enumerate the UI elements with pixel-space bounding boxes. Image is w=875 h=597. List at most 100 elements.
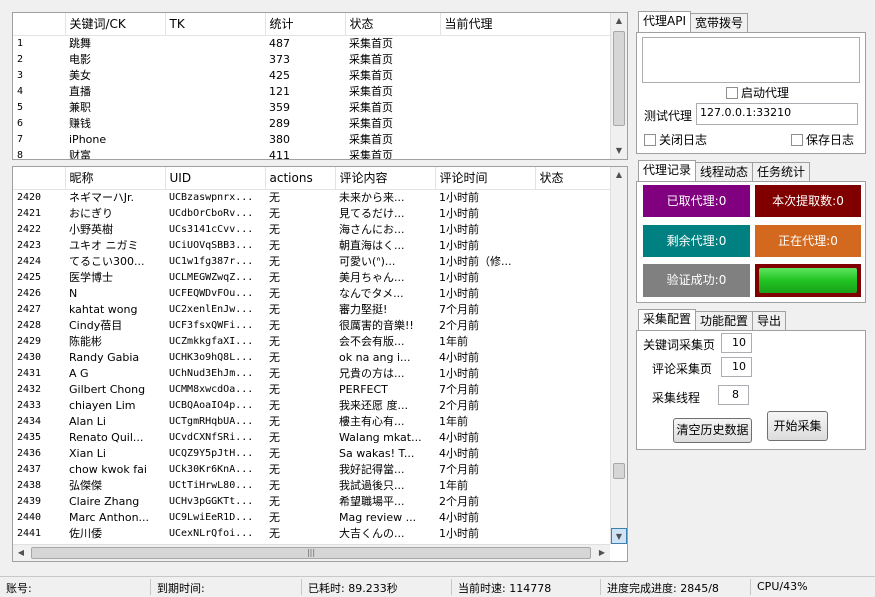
start-collect-button[interactable]: 开始采集	[767, 411, 828, 441]
comment-pages-input[interactable]: 10	[721, 357, 752, 377]
table-row[interactable]: 2432 Gilbert Chong UCMM8xwcdOa... 无 PERFECT 7…	[13, 382, 611, 398]
save-log-checkbox[interactable]: 保存日志	[791, 131, 854, 148]
close-log-checkbox[interactable]: 关闭日志	[644, 131, 707, 148]
table-row[interactable]: 2431 A G UChNud3EhJm... 无 兄貴の方は... 1小时前	[13, 366, 611, 382]
table-row[interactable]: 2 电影 373 采集首页	[13, 52, 611, 68]
table-cell: 2个月前	[439, 398, 479, 412]
table-row[interactable]: 2433 chiayen Lim UCBQAoaIO4p... 无 我来还愿 度... 2…	[13, 398, 611, 414]
scroll-thumb[interactable]	[613, 31, 625, 126]
checkbox-box[interactable]	[791, 133, 803, 146]
col-proxy[interactable]: 当前代理	[440, 13, 612, 36]
table-row[interactable]: 2434 Alan Li UCTgmRHqbUA... 无 樓主有心有... 1年前	[13, 414, 611, 430]
tab-function-config[interactable]: 功能配置	[695, 311, 754, 330]
table-cell: 1小时前	[439, 526, 479, 540]
comments-vscrollbar[interactable]: ▲ ▼	[610, 167, 627, 544]
scroll-thumb[interactable]	[613, 463, 625, 479]
table-cell: Claire Zhang	[69, 494, 140, 508]
tab-proxy-record[interactable]: 代理记录	[638, 160, 697, 181]
col-nickname[interactable]: 昵称	[65, 167, 166, 190]
checkbox-box[interactable]	[726, 86, 738, 99]
table-row[interactable]: 2420 ネギマーハJr. UCBzaswpnrx... 无 未来から来... 1小时前	[13, 189, 611, 206]
col-uid[interactable]: UID	[165, 167, 266, 190]
scroll-right-icon[interactable]: ▶	[594, 545, 610, 561]
expiry-label: 到期时间:	[157, 582, 205, 595]
table-row[interactable]: 3 美女 425 采集首页	[13, 68, 611, 84]
table-cell: 1小时前	[439, 190, 479, 204]
col-comment[interactable]: 评论内容	[335, 167, 436, 190]
table-cell: 2432	[17, 383, 42, 395]
table-cell: 1小时前	[439, 206, 479, 220]
table-row[interactable]: 2423 ユキオ ニガミ UCiUOVqSBB3... 无 朝直海はく... 1小时前	[13, 238, 611, 254]
col-index[interactable]	[13, 13, 66, 36]
keywords-vscrollbar[interactable]: ▲ ▼	[610, 13, 627, 159]
col-state[interactable]: 状态	[535, 167, 612, 190]
tab-broadband-dial[interactable]: 宽带拨号	[690, 13, 749, 32]
comments-table: 昵称 UID actions 评论内容 评论时间 状态 2420 ネギマーハJr.…	[13, 167, 612, 542]
table-row[interactable]: 1 跳舞 487 采集首页	[13, 35, 611, 52]
col-tk[interactable]: TK	[165, 13, 266, 36]
tab-thread-status[interactable]: 线程动态	[695, 162, 754, 181]
enable-proxy-label: 启动代理	[741, 86, 790, 100]
table-cell: 无	[269, 286, 280, 300]
table-row[interactable]: 6 赚钱 289 采集首页	[13, 116, 611, 132]
scroll-up-icon[interactable]: ▲	[611, 167, 627, 183]
scroll-down-icon[interactable]: ▼	[611, 143, 627, 159]
table-cell: 采集首页	[349, 84, 393, 98]
col-count[interactable]: 统计	[265, 13, 346, 36]
scroll-thumb[interactable]: |||	[31, 547, 591, 559]
table-row[interactable]: 2437 chow kwok fai UCk30Kr6KnA... 无 我好記得當...…	[13, 462, 611, 478]
tab-collect-config[interactable]: 采集配置	[638, 309, 697, 330]
scroll-left-icon[interactable]: ◀	[13, 545, 29, 561]
table-cell: 411	[269, 148, 290, 160]
table-row[interactable]: 2441 佐川倭 UCexNLrQfoi... 无 大吉くんの... 1小时前	[13, 526, 611, 542]
table-cell: 采集首页	[349, 68, 393, 82]
table-row[interactable]: 2426 N UCFEQWDvFOu... 无 なんでタメ... 1小时前	[13, 286, 611, 302]
table-cell: 見てるだけ...	[339, 206, 405, 220]
col-time[interactable]: 评论时间	[435, 167, 536, 190]
table-row[interactable]: 2430 Randy Gabia UCHK3o9hQ8L... 无 ok na ang …	[13, 350, 611, 366]
tab-task-stats[interactable]: 任务统计	[752, 162, 811, 181]
table-row[interactable]: 2436 Xian Li UCQZ9Y5pJtH... 无 Sa wakas! T...…	[13, 446, 611, 462]
threads-input[interactable]: 8	[718, 385, 749, 405]
table-row[interactable]: 4 直播 121 采集首页	[13, 84, 611, 100]
table-cell: 7个月前	[439, 302, 479, 316]
scroll-up-icon[interactable]: ▲	[611, 13, 627, 29]
table-cell: 可愛い(ᐢ)...	[339, 254, 396, 268]
table-row[interactable]: 2422 小野英樹 UCs3141cCvv... 无 海さんにお... 1小时前	[13, 222, 611, 238]
table-cell: UC1w1fg387r...	[169, 255, 254, 267]
keyword-pages-input[interactable]: 10	[721, 333, 752, 353]
table-cell: 佐川倭	[69, 526, 102, 540]
col-actions[interactable]: actions	[265, 167, 336, 190]
proxy-api-textarea[interactable]	[642, 37, 860, 83]
col-status[interactable]: 状态	[345, 13, 441, 36]
table-row[interactable]: 8 财富 411 采集首页	[13, 148, 611, 160]
scroll-down-icon[interactable]: ▼	[611, 528, 627, 544]
table-cell	[165, 52, 265, 68]
table-cell: Xian Li	[69, 446, 106, 460]
checkbox-box[interactable]	[644, 133, 656, 146]
table-row[interactable]: 2439 Claire Zhang UCHv3pGGKTt... 无 希望職場平... 2…	[13, 494, 611, 510]
tab-proxy-api[interactable]: 代理API	[638, 11, 691, 32]
table-cell: 财富	[69, 148, 91, 160]
table-row[interactable]: 2427 kahtat wong UC2xenlEnJw... 无 審力堅挺! 7个月前	[13, 302, 611, 318]
table-cell: 樓主有心有...	[339, 414, 405, 428]
table-row[interactable]: 2424 てるこい300... UC1w1fg387r... 无 可愛い(ᐢ)... 1小…	[13, 254, 611, 270]
table-row[interactable]: 2428 Cindy蓓目 UCF3fsxQWFi... 无 很厲害的音樂!! 2个月前	[13, 318, 611, 334]
table-row[interactable]: 5 兼职 359 采集首页	[13, 100, 611, 116]
col-keyword[interactable]: 关键词/CK	[65, 13, 166, 36]
table-row[interactable]: 2421 おにぎり UCdbOrCboRv... 无 見てるだけ... 1小时前	[13, 206, 611, 222]
keywords-table-header: 关键词/CK TK 统计 状态 当前代理	[13, 13, 612, 36]
table-row[interactable]: 2435 Renato Quil... UCvdCXNfSRi... 无 Walang …	[13, 430, 611, 446]
tab-export[interactable]: 导出	[752, 311, 787, 330]
table-row[interactable]: 2425 医学博士 UCLMEGWZwqZ... 无 美月ちゃん... 1小时前	[13, 270, 611, 286]
table-row[interactable]: 2438 弘傑傑 UCtTiHrwL80... 无 我試過後只... 1年前	[13, 478, 611, 494]
comments-hscrollbar[interactable]: ◀ ||| ▶	[13, 544, 610, 561]
table-row[interactable]: 7 iPhone 380 采集首页	[13, 132, 611, 148]
table-cell: 采集首页	[349, 116, 393, 130]
test-proxy-input[interactable]: 127.0.0.1:33210	[696, 103, 858, 125]
col-index[interactable]	[13, 167, 66, 190]
enable-proxy-checkbox[interactable]: 启动代理	[726, 84, 789, 101]
table-row[interactable]: 2440 Marc Anthon... UC9LwiEeR1D... 无 Mag rev…	[13, 510, 611, 526]
clear-history-button[interactable]: 清空历史数据	[673, 418, 752, 443]
table-row[interactable]: 2429 陈能彬 UCZmkkgfaXI... 无 会不会有版... 1年前	[13, 334, 611, 350]
